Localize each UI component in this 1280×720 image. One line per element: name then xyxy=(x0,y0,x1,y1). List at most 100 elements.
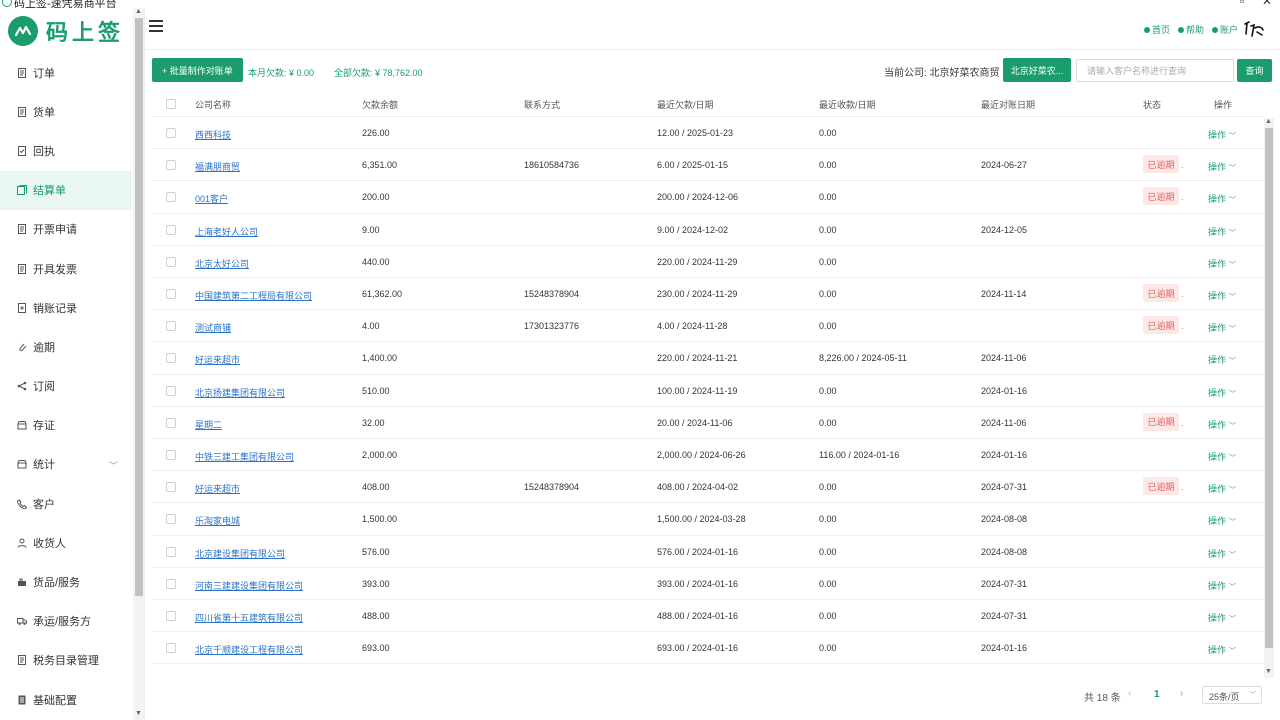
row-checkbox[interactable] xyxy=(166,611,176,621)
logo[interactable]: 码上签 xyxy=(0,8,144,53)
row-actions-dropdown[interactable]: 操作 ﹀ xyxy=(1208,192,1236,205)
sidebar-item[interactable]: 开票申请 xyxy=(0,210,132,249)
table-row: 西西科技 226.00 12.00 / 2025-01-23 0.00 操作 ﹀ xyxy=(152,117,1264,150)
row-checkbox[interactable] xyxy=(166,643,176,654)
scroll-down-icon[interactable]: ▼ xyxy=(1265,668,1272,675)
row-checkbox[interactable] xyxy=(166,514,176,525)
row-actions-dropdown[interactable]: 操作 ﹀ xyxy=(1208,482,1236,495)
row-checkbox[interactable] xyxy=(166,160,176,171)
scroll-down-icon[interactable]: ▼ xyxy=(135,710,142,717)
row-actions-dropdown[interactable]: 操作 ﹀ xyxy=(1208,418,1236,431)
row-checkbox[interactable] xyxy=(166,482,176,493)
user-signature-avatar[interactable] xyxy=(1242,16,1266,40)
sidebar-item[interactable]: 开具发票 xyxy=(0,249,132,288)
header-link-home[interactable]: 首页 xyxy=(1143,23,1170,36)
sidebar-item[interactable]: 订阅 xyxy=(0,367,132,406)
header-link-account[interactable]: 账户 xyxy=(1211,23,1238,36)
row-actions-dropdown[interactable]: 操作 ﹀ xyxy=(1208,289,1236,302)
sidebar-item[interactable]: 货品/服务 xyxy=(0,562,132,601)
company-name-link[interactable]: 乐淘家电城 xyxy=(195,514,240,527)
header-link-help[interactable]: 帮助 xyxy=(1177,23,1204,36)
scroll-up-icon[interactable]: ▲ xyxy=(135,8,142,15)
sidebar-item[interactable]: 销账记录 xyxy=(0,288,132,327)
document-icon xyxy=(17,67,27,78)
company-name-link[interactable]: 西西科技 xyxy=(195,128,231,141)
row-checkbox[interactable] xyxy=(166,546,176,557)
row-actions-dropdown[interactable]: 操作 ﹀ xyxy=(1208,257,1236,270)
row-checkbox[interactable] xyxy=(166,385,176,396)
company-name-link[interactable]: 北京扬建集团有限公司 xyxy=(195,386,285,399)
row-actions-dropdown[interactable]: 操作 ﹀ xyxy=(1208,160,1236,173)
table-scrollbar[interactable]: ▲ ▼ xyxy=(1264,118,1274,678)
row-actions-dropdown[interactable]: 操作 ﹀ xyxy=(1208,321,1236,334)
scroll-up-icon[interactable]: ▲ xyxy=(1265,118,1272,125)
sidebar-item[interactable]: 税务目录管理 xyxy=(0,641,132,680)
sidebar-item[interactable]: 回执 xyxy=(0,131,132,170)
row-checkbox[interactable] xyxy=(166,578,176,589)
row-checkbox[interactable] xyxy=(166,321,176,332)
customer-search-input[interactable] xyxy=(1076,59,1234,82)
row-checkbox[interactable] xyxy=(166,224,176,235)
select-all-checkbox[interactable] xyxy=(166,99,176,109)
row-actions-dropdown[interactable]: 操作 ﹀ xyxy=(1208,514,1236,527)
sidebar-scrollbar[interactable]: ▲ ▼ xyxy=(133,8,144,720)
company-name-link[interactable]: 北京太好公司 xyxy=(195,257,249,270)
sidebar-item[interactable]: 收货人 xyxy=(0,523,132,562)
row-actions-dropdown[interactable]: 操作 ﹀ xyxy=(1208,353,1236,366)
settlement-icon xyxy=(17,185,27,196)
row-actions-dropdown[interactable]: 操作 ﹀ xyxy=(1208,128,1236,141)
row-actions-dropdown[interactable]: 操作 ﹀ xyxy=(1208,611,1236,624)
company-name-link[interactable]: 中铁三建工集团有限公司 xyxy=(195,450,294,463)
company-name-link[interactable]: 四川省第十五建筑有限公司 xyxy=(195,611,303,624)
app-icon xyxy=(2,0,12,7)
row-actions-dropdown[interactable]: 操作 ﹀ xyxy=(1208,450,1236,463)
company-name-link[interactable]: 中国建筑第二工程局有限公司 xyxy=(195,289,312,302)
search-button[interactable]: 查询 xyxy=(1237,59,1272,82)
row-actions-label: 操作 xyxy=(1208,580,1227,591)
row-checkbox[interactable] xyxy=(166,192,176,203)
row-checkbox[interactable] xyxy=(166,353,176,364)
sidebar-item[interactable]: 承运/服务方 xyxy=(0,602,132,641)
sidebar-item[interactable]: 订单 xyxy=(0,53,132,92)
company-name-link[interactable]: 上海老好人公司 xyxy=(195,225,258,238)
row-actions-dropdown[interactable]: 操作 ﹀ xyxy=(1208,386,1236,399)
page-number[interactable]: 1 xyxy=(1154,689,1160,700)
company-name-link[interactable]: 好运来超市 xyxy=(195,482,240,495)
company-name-link[interactable]: 001客户 xyxy=(195,192,228,205)
company-name-link[interactable]: 河南三建建设集团有限公司 xyxy=(195,579,303,592)
col-company: 公司名称 xyxy=(195,100,232,110)
sidebar-item[interactable]: 逾期 xyxy=(0,327,132,366)
row-checkbox[interactable] xyxy=(166,128,176,138)
row-actions-dropdown[interactable]: 操作 ﹀ xyxy=(1208,225,1236,238)
company-name-link[interactable]: 测试商铺 xyxy=(195,321,231,334)
prev-page-icon[interactable]: ‹ xyxy=(1128,688,1131,699)
row-actions-dropdown[interactable]: 操作 ﹀ xyxy=(1208,579,1236,592)
row-actions-label: 操作 xyxy=(1208,323,1227,334)
company-name-link[interactable]: 福满朋商贸 xyxy=(195,160,240,173)
next-page-icon[interactable]: › xyxy=(1180,688,1183,699)
company-name-link[interactable]: 北京千顺建设工程有限公司 xyxy=(195,643,303,656)
sidebar-item[interactable]: 存证 xyxy=(0,406,132,445)
company-name-link[interactable]: 星期二 xyxy=(195,418,222,431)
sidebar-item[interactable]: 货单 xyxy=(0,92,132,131)
table-scroll-thumb[interactable] xyxy=(1265,128,1273,648)
row-checkbox[interactable] xyxy=(166,417,176,428)
sidebar-item[interactable]: 客户 xyxy=(0,484,132,523)
company-name-link[interactable]: 北京建设集团有限公司 xyxy=(195,547,285,560)
company-switch-button[interactable]: 北京好菜农... xyxy=(1003,58,1071,82)
minimize-icon[interactable]: ▫ xyxy=(1240,0,1244,8)
sidebar-item[interactable]: 结算单 xyxy=(0,170,132,210)
menu-toggle-icon[interactable] xyxy=(149,20,163,34)
row-actions-dropdown[interactable]: 操作 ﹀ xyxy=(1208,643,1236,656)
sidebar-scroll-thumb[interactable] xyxy=(135,18,143,596)
page-size-select[interactable]: 25条/页 ﹀ xyxy=(1202,686,1262,704)
close-icon[interactable]: ✕ xyxy=(1262,0,1272,8)
sidebar-item[interactable]: 统计 ﹀ xyxy=(0,445,132,484)
sidebar-item[interactable]: 基础配置 xyxy=(0,680,132,719)
row-checkbox[interactable] xyxy=(166,289,176,299)
company-name-link[interactable]: 好运来超市 xyxy=(195,353,240,366)
row-checkbox[interactable] xyxy=(166,256,176,267)
batch-statement-button[interactable]: + 批量制作对账单 xyxy=(152,58,243,82)
row-checkbox[interactable] xyxy=(166,450,176,460)
row-actions-dropdown[interactable]: 操作 ﹀ xyxy=(1208,547,1236,560)
